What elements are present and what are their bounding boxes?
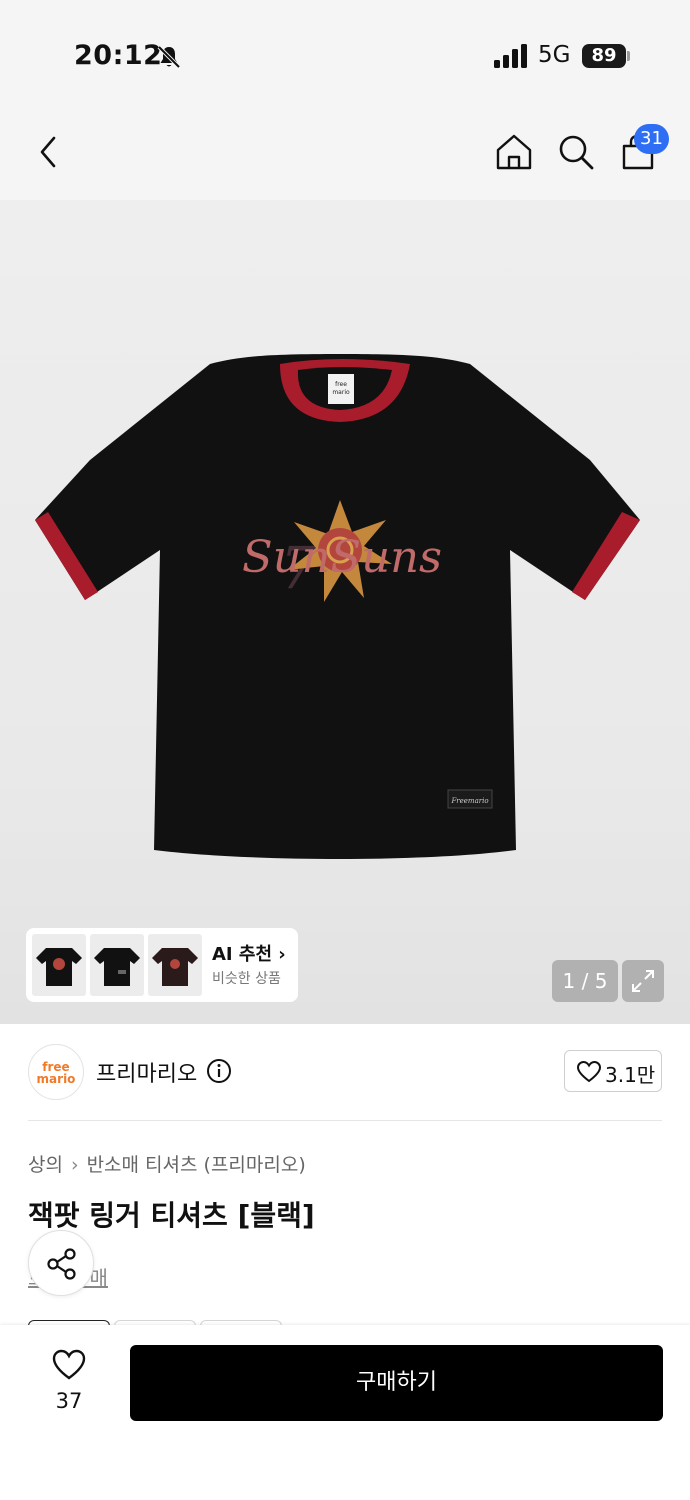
product-photo-tshirt: free mario 77 SunSuns Freemario <box>35 354 640 859</box>
share-button[interactable] <box>28 1230 94 1296</box>
brand-logo-line2: mario <box>36 1072 76 1086</box>
brand-name[interactable]: 프리마리오 <box>96 1056 197 1088</box>
expand-image-button[interactable] <box>622 960 664 1002</box>
product-image-gallery[interactable]: free mario 77 SunSuns Freemario AI 추천 › … <box>0 200 690 1024</box>
breadcrumb-item-category[interactable]: 상의 <box>28 1154 63 1176</box>
wishlist-count: 37 <box>55 1389 83 1413</box>
nav-header: 31 <box>0 110 690 200</box>
brand-like-count: 3.1만 <box>605 1063 656 1087</box>
ai-recommend-panel[interactable]: AI 추천 › 비슷한 상품 <box>26 928 298 1002</box>
svg-text:mario: mario <box>332 389 350 396</box>
svg-text:free: free <box>335 381 347 388</box>
status-time: 20:12 <box>74 40 163 71</box>
chevron-right-icon: › <box>278 944 286 965</box>
search-icon[interactable] <box>556 132 596 172</box>
back-icon[interactable] <box>34 134 64 170</box>
ai-thumb-2[interactable] <box>90 934 144 996</box>
status-bar: 20:12 5G 89 <box>0 0 690 110</box>
ai-thumb-1[interactable] <box>32 934 86 996</box>
wishlist-button[interactable]: 37 <box>38 1349 100 1423</box>
image-page-counter: 1 / 5 <box>552 960 618 1002</box>
ai-recommend-subtitle: 비슷한 상품 <box>212 971 281 987</box>
chevron-right-icon: › <box>70 1154 79 1176</box>
heart-icon <box>52 1349 86 1380</box>
expand-icon <box>632 970 654 992</box>
signal-icon <box>494 44 527 68</box>
battery-tip <box>627 51 630 61</box>
buy-button[interactable]: 구매하기 <box>130 1345 663 1421</box>
network-type: 5G <box>538 42 571 68</box>
brand-logo[interactable]: free mario <box>28 1044 84 1100</box>
breadcrumb-item-subcategory[interactable]: 반소매 티셔츠 (프리마리오) <box>87 1154 306 1176</box>
ai-thumb-3[interactable] <box>148 934 202 996</box>
breadcrumb: 상의 › 반소매 티셔츠 (프리마리오) <box>28 1150 306 1177</box>
bottom-action-bar: 37 구매하기 <box>0 1325 690 1500</box>
svg-text:Freemario: Freemario <box>450 797 488 805</box>
divider <box>28 1120 662 1121</box>
product-title: 잭팟 링거 티셔츠 [블랙] <box>28 1199 315 1232</box>
ai-recommend-title[interactable]: AI 추천 › <box>212 940 286 966</box>
info-icon[interactable] <box>206 1058 232 1084</box>
shirt-print-text: SunSuns <box>242 532 442 583</box>
battery-level: 89 <box>582 44 626 68</box>
bell-off-icon <box>157 45 181 69</box>
home-icon[interactable] <box>494 132 534 172</box>
brand-like-button[interactable]: 3.1만 <box>564 1050 662 1092</box>
share-icon <box>47 1248 76 1280</box>
heart-icon <box>577 1061 601 1083</box>
cart-count-badge[interactable]: 31 <box>634 124 669 154</box>
